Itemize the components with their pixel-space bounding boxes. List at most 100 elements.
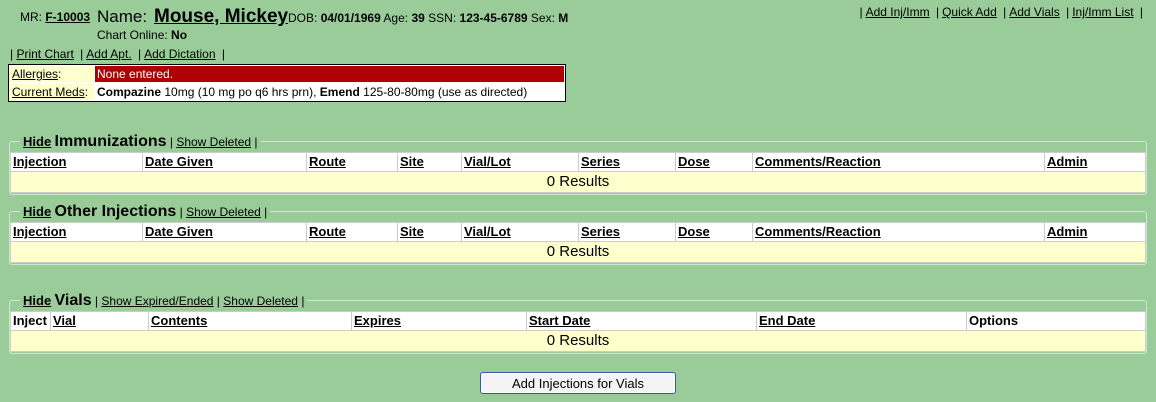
column-header[interactable]: Contents bbox=[148, 312, 351, 330]
inj-imm-list-link[interactable]: Inj/Imm List bbox=[1072, 5, 1133, 19]
sort-link[interactable]: Comments/Reaction bbox=[755, 224, 881, 239]
sort-link[interactable]: Date Given bbox=[145, 154, 213, 169]
table-header: Inject Vial Contents Expires Start Date … bbox=[11, 312, 1145, 331]
column-header[interactable]: Injection bbox=[11, 153, 142, 171]
column-header[interactable]: Expires bbox=[351, 312, 526, 330]
column-header[interactable]: Admin bbox=[1044, 153, 1145, 171]
show-deleted-vials-link[interactable]: Show Deleted bbox=[223, 294, 298, 308]
sort-link[interactable]: Dose bbox=[678, 154, 710, 169]
show-deleted-immunizations-link[interactable]: Show Deleted bbox=[176, 135, 251, 149]
chart-online-label: Chart Online: bbox=[97, 28, 168, 42]
column-header[interactable]: Date Given bbox=[142, 153, 306, 171]
column-header[interactable]: Vial/Lot bbox=[461, 223, 578, 241]
column-header[interactable]: Admin bbox=[1044, 223, 1145, 241]
med-detail: 10mg (10 mg po q6 hrs prn), bbox=[164, 85, 317, 99]
column-header[interactable]: Dose bbox=[675, 153, 752, 171]
mr-label: MR: bbox=[20, 10, 42, 24]
column-header[interactable]: Vial bbox=[50, 312, 148, 330]
allergies-link[interactable]: Allergies bbox=[12, 67, 58, 81]
add-vials-link[interactable]: Add Vials bbox=[1009, 5, 1059, 19]
column-header[interactable]: Site bbox=[397, 153, 461, 171]
column-header[interactable]: Start Date bbox=[526, 312, 756, 330]
column-header: Options bbox=[966, 312, 1145, 330]
immunizations-table: Injection Date Given Route Site Vial/Lot… bbox=[10, 152, 1146, 193]
sort-link[interactable]: Vial/Lot bbox=[464, 224, 511, 239]
table-header: Injection Date Given Route Site Vial/Lot… bbox=[11, 223, 1145, 242]
add-injections-for-vials-button[interactable]: Add Injections for Vials bbox=[480, 372, 676, 394]
column-header[interactable]: Date Given bbox=[142, 223, 306, 241]
column-header[interactable]: End Date bbox=[756, 312, 966, 330]
sort-link[interactable]: End Date bbox=[759, 313, 815, 328]
sort-link[interactable]: Admin bbox=[1047, 224, 1087, 239]
current-meds-link[interactable]: Current Meds bbox=[12, 85, 85, 99]
sort-link[interactable]: Series bbox=[581, 154, 620, 169]
hide-vials-link[interactable]: Hide bbox=[23, 293, 51, 308]
immunizations-heading: Immunizations bbox=[54, 133, 167, 150]
column-header[interactable]: Comments/Reaction bbox=[752, 223, 1044, 241]
meds-row: Current Meds: Compazine 10mg (10 mg po q… bbox=[9, 84, 565, 101]
sort-link[interactable]: Site bbox=[400, 154, 424, 169]
sort-link[interactable]: Date Given bbox=[145, 224, 213, 239]
allergies-row: Allergies: None entered. bbox=[9, 66, 565, 83]
sort-link[interactable]: Admin bbox=[1047, 154, 1087, 169]
sort-link[interactable]: Route bbox=[309, 154, 346, 169]
dob-label: DOB: bbox=[288, 11, 318, 25]
show-deleted-other-injections-link[interactable]: Show Deleted bbox=[186, 205, 261, 219]
ssn-label: SSN: bbox=[428, 11, 457, 25]
column-header[interactable]: Series bbox=[578, 153, 675, 171]
show-expired-ended-link[interactable]: Show Expired/Ended bbox=[101, 294, 213, 308]
med-detail: 125-80-80mg (use as directed) bbox=[363, 85, 528, 99]
table-header: Injection Date Given Route Site Vial/Lot… bbox=[11, 153, 1145, 172]
quick-add-link[interactable]: Quick Add bbox=[942, 5, 997, 19]
ssn-value: 123-45-6789 bbox=[459, 11, 528, 25]
chart-online-status: Chart Online: No bbox=[97, 28, 187, 42]
sort-link[interactable]: Dose bbox=[678, 224, 710, 239]
column-header[interactable]: Series bbox=[578, 223, 675, 241]
sort-link[interactable]: Injection bbox=[13, 224, 66, 239]
vials-heading: Vials bbox=[54, 292, 92, 309]
mr-link[interactable]: F-10003 bbox=[45, 10, 90, 24]
mr-number: MR: F-10003 bbox=[20, 10, 90, 24]
column-header[interactable]: Site bbox=[397, 223, 461, 241]
allergies-value: None entered. bbox=[95, 66, 564, 82]
hide-immunizations-link[interactable]: Hide bbox=[23, 134, 51, 149]
sort-link[interactable]: Injection bbox=[13, 154, 66, 169]
patient-demographics: DOB: 04/01/1969 Age: 39 SSN: 123-45-6789… bbox=[288, 11, 568, 25]
sort-link[interactable]: Vial/Lot bbox=[464, 154, 511, 169]
age-value: 39 bbox=[411, 11, 425, 25]
sort-link[interactable]: Comments/Reaction bbox=[755, 154, 881, 169]
column-header[interactable]: Dose bbox=[675, 223, 752, 241]
column-header: Inject bbox=[13, 313, 47, 328]
age-label: Age: bbox=[383, 11, 409, 25]
dob-value: 04/01/1969 bbox=[320, 11, 381, 25]
sort-link[interactable]: Site bbox=[400, 224, 424, 239]
add-apt-link[interactable]: Add Apt. bbox=[86, 47, 131, 61]
print-chart-link[interactable]: Print Chart bbox=[16, 47, 73, 61]
med-name: Compazine bbox=[97, 85, 162, 99]
allergies-label-cell: Allergies: bbox=[10, 66, 94, 82]
vials-table: Inject Vial Contents Expires Start Date … bbox=[10, 311, 1146, 352]
add-inj-imm-link[interactable]: Add Inj/Imm bbox=[866, 5, 930, 19]
column-header[interactable]: Injection bbox=[11, 223, 142, 241]
allergy-meds-box: Allergies: None entered. Current Meds: C… bbox=[8, 64, 566, 102]
add-dictation-link[interactable]: Add Dictation bbox=[144, 47, 215, 61]
sex-value: M bbox=[558, 11, 569, 25]
sort-link[interactable]: Contents bbox=[151, 313, 207, 328]
sort-link[interactable]: Start Date bbox=[529, 313, 590, 328]
column-header[interactable]: Route bbox=[306, 153, 397, 171]
vials-title: Hide Vials | Show Expired/Ended | Show D… bbox=[20, 292, 308, 310]
sort-link[interactable]: Series bbox=[581, 224, 620, 239]
results-count: 0 Results bbox=[546, 243, 610, 260]
chart-actions: | Print Chart | Add Apt. | Add Dictation | bbox=[10, 47, 225, 61]
hide-other-injections-link[interactable]: Hide bbox=[23, 204, 51, 219]
sort-link[interactable]: Expires bbox=[354, 313, 401, 328]
column-header[interactable]: Vial/Lot bbox=[461, 153, 578, 171]
column-header[interactable]: Comments/Reaction bbox=[752, 153, 1044, 171]
sort-link[interactable]: Vial bbox=[53, 313, 76, 328]
patient-name-link[interactable]: Mouse, Mickey bbox=[154, 6, 288, 28]
top-links: | Add Inj/Imm | Quick Add | Add Vials | Inj/… bbox=[859, 5, 1143, 19]
immunizations-title: Hide Immunizations | Show Deleted | bbox=[20, 133, 261, 151]
other-injections-heading: Other Injections bbox=[54, 203, 177, 220]
sort-link[interactable]: Route bbox=[309, 224, 346, 239]
column-header[interactable]: Route bbox=[306, 223, 397, 241]
